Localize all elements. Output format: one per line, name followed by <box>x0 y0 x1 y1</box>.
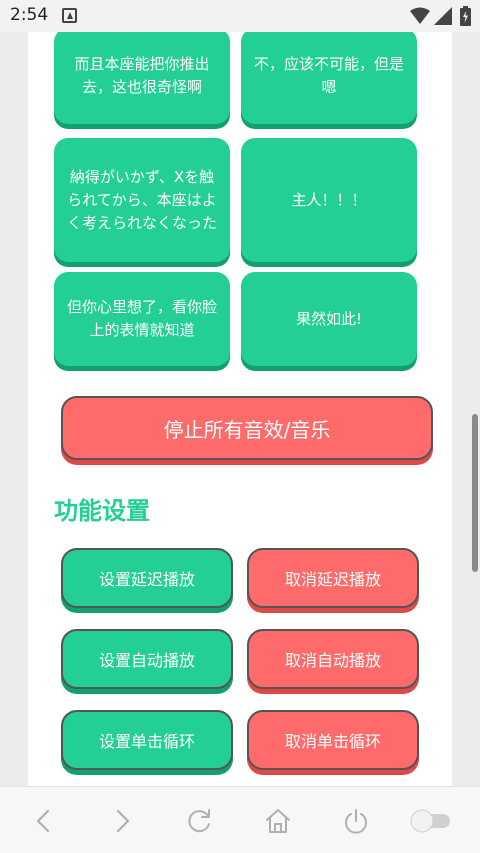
sound-button[interactable]: 果然如此! <box>241 272 417 366</box>
set-delay-play-button[interactable]: 设置延迟播放 <box>61 548 233 608</box>
battery-icon <box>460 6 471 26</box>
sound-button[interactable]: 但你心里想了，看你脸上的表情就知道 <box>54 272 230 366</box>
cell-signal-icon <box>434 7 452 25</box>
status-time: 2:54 <box>10 5 49 25</box>
power-icon <box>345 809 367 834</box>
cancel-delay-play-button[interactable]: 取消延迟播放 <box>247 548 419 608</box>
toggle-switch[interactable] <box>408 803 454 839</box>
cancel-click-loop-button[interactable]: 取消单击循环 <box>247 710 419 770</box>
forward-button[interactable] <box>104 803 140 839</box>
section-title: 功能设置 <box>54 497 150 525</box>
status-bar: 2:54 <box>0 0 480 32</box>
scrollbar[interactable] <box>472 414 478 572</box>
refresh-button[interactable] <box>182 803 218 839</box>
sound-button[interactable]: 納得がいかず、Xを触られてから、本座はよく考えられなくなった <box>54 138 230 262</box>
home-icon <box>266 809 290 833</box>
cancel-auto-play-button[interactable]: 取消自动播放 <box>247 629 419 689</box>
browser-navbar <box>0 786 480 853</box>
sound-button[interactable]: 而且本座能把你推出去，这也很奇怪啊 <box>54 32 230 124</box>
web-page[interactable]: 而且本座能把你推出去，这也很奇怪啊 不，应该不可能，但是嗯 納得がいかず、Xを触… <box>0 32 480 786</box>
forward-icon <box>116 809 130 833</box>
set-auto-play-button[interactable]: 设置自动播放 <box>61 629 233 689</box>
wifi-icon <box>410 7 430 24</box>
notification-a-icon <box>62 8 77 23</box>
set-click-loop-button[interactable]: 设置单击循环 <box>61 710 233 770</box>
refresh-icon <box>188 809 210 833</box>
toggle-switch-icon <box>410 809 450 833</box>
sound-button[interactable]: 主人！！！ <box>241 138 417 262</box>
power-button[interactable] <box>338 803 374 839</box>
sound-button[interactable]: 不，应该不可能，但是嗯 <box>241 32 417 124</box>
back-button[interactable] <box>26 803 62 839</box>
stop-all-sounds-button[interactable]: 停止所有音效/音乐 <box>61 396 433 460</box>
home-button[interactable] <box>260 803 296 839</box>
back-icon <box>36 809 50 833</box>
